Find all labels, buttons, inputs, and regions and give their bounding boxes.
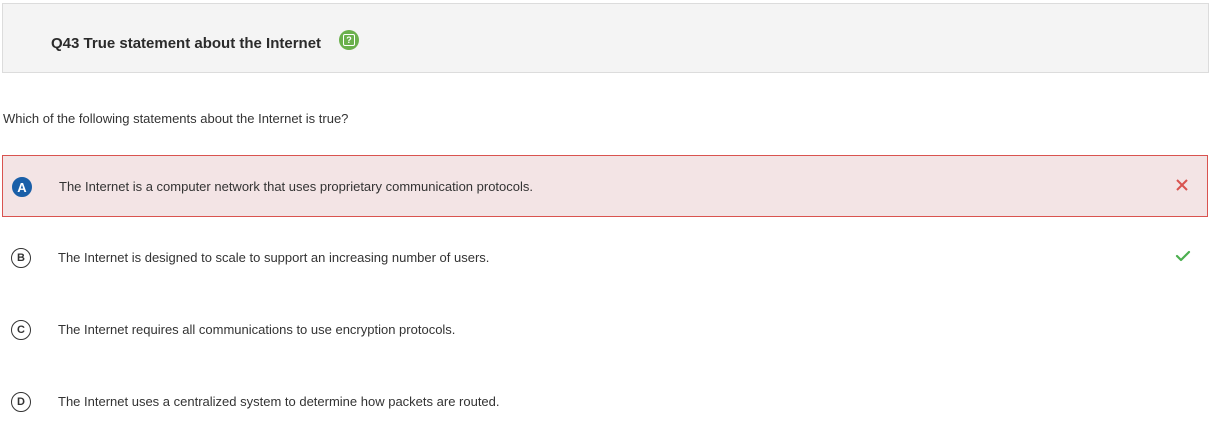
help-icon[interactable]: ?	[339, 30, 359, 50]
option-a[interactable]: A The Internet is a computer network tha…	[2, 155, 1208, 217]
option-b-letter: B	[11, 248, 31, 268]
option-c-text: The Internet requires all communications…	[58, 322, 456, 337]
question-header: Q43 True statement about the Internet ?	[2, 3, 1209, 73]
option-d-letter: D	[11, 392, 31, 412]
option-c-letter: C	[11, 320, 31, 340]
check-icon	[1175, 250, 1191, 262]
help-glyph: ?	[343, 34, 355, 46]
question-prompt: Which of the following statements about …	[3, 111, 349, 126]
option-d-text: The Internet uses a centralized system t…	[58, 394, 500, 409]
option-b-text: The Internet is designed to scale to sup…	[58, 250, 490, 265]
question-title: Q43 True statement about the Internet	[51, 35, 322, 52]
option-c[interactable]: C The Internet requires all communicatio…	[2, 299, 1208, 361]
cross-icon	[1176, 179, 1188, 191]
option-d[interactable]: D The Internet uses a centralized system…	[2, 371, 1208, 433]
option-a-letter: A	[12, 177, 32, 197]
option-a-text: The Internet is a computer network that …	[59, 179, 533, 194]
option-b[interactable]: B The Internet is designed to scale to s…	[2, 227, 1208, 289]
